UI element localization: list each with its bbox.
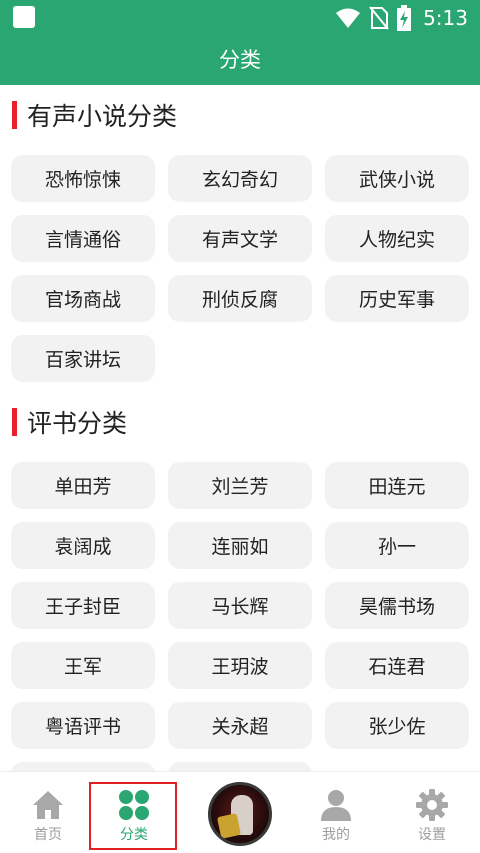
grid-icon (118, 788, 150, 822)
status-icons: 5:13 (335, 4, 468, 32)
category-chip[interactable]: 人物纪实 (325, 215, 469, 262)
album-art-accent (216, 813, 242, 839)
category-chip[interactable]: 恐怖惊悚 (11, 155, 155, 202)
battery-charging-icon (397, 5, 412, 31)
performer-chip[interactable]: 石连君 (325, 642, 469, 689)
performer-chip[interactable]: 孙一 (325, 522, 469, 569)
nav-item-settings[interactable]: 设置 (387, 772, 477, 852)
bottom-nav: 首页 分类 我的 设置 (0, 771, 480, 853)
nav-label-mine: 我的 (322, 827, 350, 843)
performer-chip[interactable]: 王子封臣 (11, 582, 155, 629)
performer-chip[interactable]: 昊儒书场 (325, 582, 469, 629)
status-bar: 5:13 (0, 0, 480, 36)
performer-chip[interactable]: 单田芳 (11, 462, 155, 509)
performer-chip[interactable]: 连丽如 (168, 522, 312, 569)
category-chip[interactable]: 武侠小说 (325, 155, 469, 202)
performer-chip[interactable]: 袁阔成 (11, 522, 155, 569)
now-playing-album-cover[interactable] (208, 782, 272, 846)
performer-chip[interactable]: 关永超 (168, 702, 312, 749)
category-chip[interactable]: 刑侦反腐 (168, 275, 312, 322)
gear-icon (416, 788, 448, 822)
performer-chip[interactable]: 刘兰芳 (168, 462, 312, 509)
performer-chip[interactable]: 粤语评书 (11, 702, 155, 749)
category-chip[interactable]: 历史军事 (325, 275, 469, 322)
performer-chip[interactable]: 王军 (11, 642, 155, 689)
section-title-pingshu: 评书分类 (12, 406, 127, 438)
nav-label-settings: 设置 (418, 827, 446, 843)
section-title-audio-novel: 有声小说分类 (12, 99, 177, 131)
nav-item-mine[interactable]: 我的 (291, 772, 381, 852)
category-chip[interactable]: 官场商战 (11, 275, 155, 322)
section-accent-bar (12, 101, 17, 129)
app-bar: 分类 (0, 36, 480, 85)
status-time: 5:13 (423, 6, 468, 30)
nav-item-category[interactable]: 分类 (89, 772, 179, 852)
performer-chip[interactable]: 田连元 (325, 462, 469, 509)
performer-chip[interactable]: 马长辉 (168, 582, 312, 629)
section-accent-bar (12, 408, 17, 436)
category-chip[interactable]: 言情通俗 (11, 215, 155, 262)
no-sim-icon (369, 6, 389, 30)
performer-chip[interactable]: 王玥波 (168, 642, 312, 689)
performer-chip-partial[interactable] (11, 762, 155, 771)
nav-item-home[interactable]: 首页 (3, 772, 93, 852)
nav-label-home: 首页 (34, 827, 62, 843)
performer-chip[interactable]: 张少佐 (325, 702, 469, 749)
person-icon (320, 788, 352, 822)
wifi-icon (336, 8, 361, 28)
category-content[interactable]: 有声小说分类 恐怖惊悚 玄幻奇幻 武侠小说 言情通俗 有声文学 人物纪实 官场商… (0, 85, 480, 771)
category-chip[interactable]: 有声文学 (168, 215, 312, 262)
home-icon (32, 788, 64, 822)
notification-icon (13, 6, 35, 28)
performer-chip-partial[interactable] (168, 762, 312, 771)
page-title: 分类 (219, 48, 261, 72)
category-chip[interactable]: 百家讲坛 (11, 335, 155, 382)
nav-label-category: 分类 (120, 827, 148, 843)
category-chip[interactable]: 玄幻奇幻 (168, 155, 312, 202)
